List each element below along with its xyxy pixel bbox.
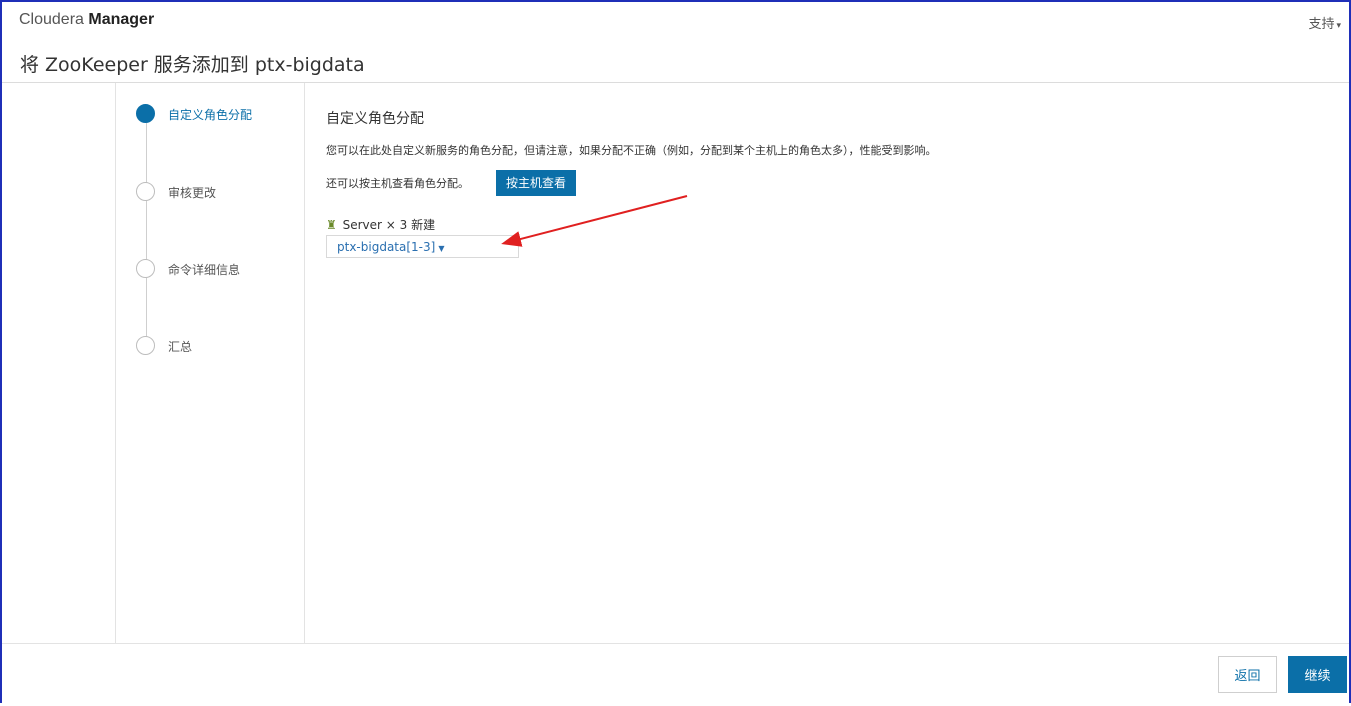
back-button[interactable]: 返回 — [1218, 656, 1277, 693]
role-name: Server — [342, 218, 382, 232]
wizard-footer: 返回 继续 — [2, 643, 1349, 706]
wizard-steps: 自定义角色分配 审核更改 命令详细信息 汇总 — [116, 83, 305, 643]
role-status: 新建 — [411, 218, 436, 232]
step-label: 自定义角色分配 — [168, 108, 253, 122]
server-role-icon: ♜ — [326, 218, 337, 232]
step-pending-icon — [136, 259, 155, 278]
step-pending-icon — [136, 336, 155, 355]
role-times: × — [385, 218, 396, 232]
brand-logo[interactable]: Cloudera Manager — [19, 11, 154, 29]
support-label: 支持 — [1308, 17, 1335, 32]
step-pending-icon — [136, 182, 155, 201]
section-title: 自定义角色分配 — [326, 111, 424, 127]
by-host-hint: 还可以按主机查看角色分配。 — [326, 177, 469, 190]
page-title: 将 ZooKeeper 服务添加到 ptx-bigdata — [20, 54, 365, 76]
description-text: 您可以在此处自定义新服务的角色分配，但请注意，如果分配不正确（例如，分配到某个主… — [326, 144, 937, 157]
app-window: Cloudera Manager 支持 ▾ 将 ZooKeeper 服务添加到 p… — [0, 0, 1351, 706]
brand-light-text: Cloudera — [19, 11, 89, 28]
main-content: 自定义角色分配 您可以在此处自定义新服务的角色分配，但请注意，如果分配不正确（例… — [305, 83, 1348, 643]
support-menu[interactable]: 支持 ▾ — [1308, 13, 1341, 32]
brand-bold-text: Manager — [88, 11, 155, 28]
left-margin — [2, 83, 116, 643]
step-label: 审核更改 — [168, 186, 217, 200]
step-label: 汇总 — [168, 340, 193, 354]
title-bar: 将 ZooKeeper 服务添加到 ptx-bigdata — [2, 42, 1349, 83]
step-current-icon — [136, 104, 155, 123]
chevron-down-icon: ▾ — [1336, 21, 1341, 31]
continue-button[interactable]: 继续 — [1288, 656, 1347, 693]
step-label: 命令详细信息 — [168, 263, 241, 277]
top-navbar: Cloudera Manager 支持 ▾ — [2, 2, 1349, 43]
steps-connector-line — [146, 113, 147, 348]
caret-down-icon: ▼ — [438, 244, 445, 253]
view-by-host-button[interactable]: 按主机查看 — [496, 170, 577, 196]
role-server-header: ♜ Server × 3 新建 — [326, 216, 435, 233]
role-count: 3 — [399, 218, 408, 232]
host-selector-dropdown[interactable]: ptx-bigdata[1-3] ▼ — [326, 235, 519, 258]
host-selection-text: ptx-bigdata[1-3] — [337, 240, 436, 254]
host-selector-value: ptx-bigdata[1-3] ▼ — [337, 240, 444, 254]
